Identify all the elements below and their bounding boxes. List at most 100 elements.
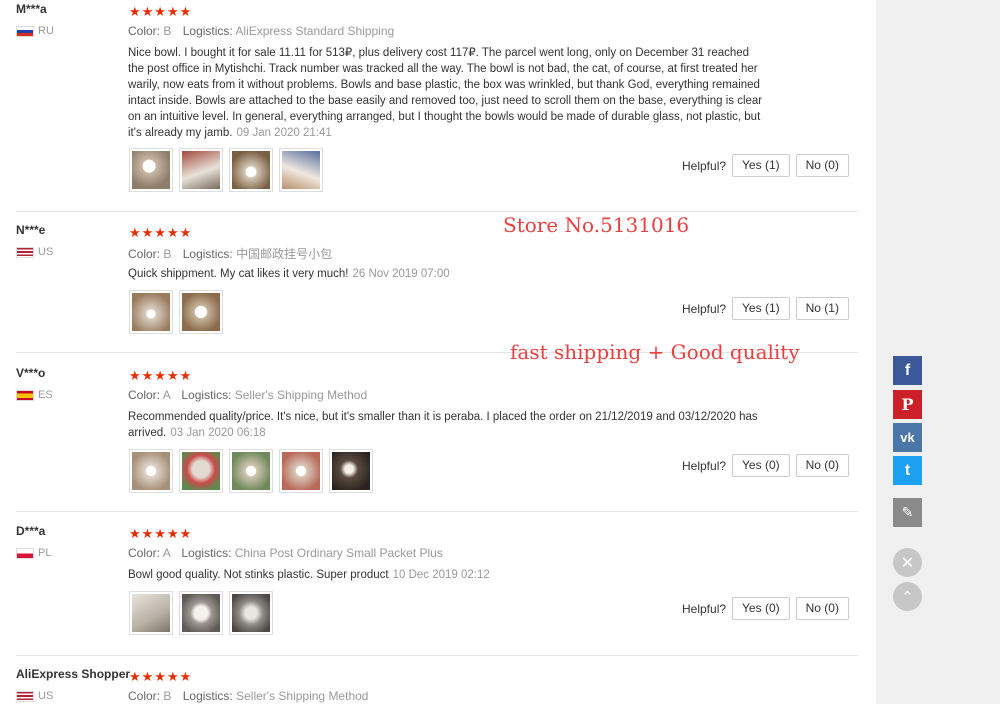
review-photo[interactable] bbox=[129, 449, 173, 493]
helpful-votes: Helpful? Yes (1) No (0) bbox=[682, 154, 849, 177]
country-code: RU bbox=[38, 25, 54, 37]
review-photo[interactable] bbox=[179, 591, 223, 635]
reviewer-name: V***o bbox=[16, 366, 46, 380]
helpful-label: Helpful? bbox=[682, 158, 727, 173]
helpful-label: Helpful? bbox=[682, 301, 727, 316]
helpful-label: Helpful? bbox=[682, 601, 727, 616]
review-photo[interactable] bbox=[229, 591, 273, 635]
color-value: B bbox=[163, 24, 172, 38]
review-photo[interactable] bbox=[129, 148, 173, 192]
review-photo[interactable] bbox=[279, 449, 323, 493]
logistics-label: Logistics: bbox=[182, 247, 233, 261]
logistics-value: Seller's Shipping Method bbox=[234, 388, 368, 402]
review-photo[interactable] bbox=[129, 290, 173, 334]
country-code: US bbox=[38, 690, 54, 702]
flag-pl-icon bbox=[16, 547, 34, 559]
helpful-no-button[interactable]: No (1) bbox=[795, 297, 849, 320]
color-label: Color: bbox=[128, 546, 161, 560]
helpful-no-button[interactable]: No (0) bbox=[795, 154, 849, 177]
color-value: A bbox=[162, 546, 171, 560]
review-photos bbox=[129, 290, 223, 334]
review-item: M***a RU ★★★★★ Color: B Logistics: AliEx… bbox=[0, 2, 858, 212]
logistics-label: Logistics: bbox=[181, 546, 232, 560]
review-photos bbox=[129, 449, 373, 493]
review-photo[interactable] bbox=[329, 449, 373, 493]
close-icon[interactable]: ✕ bbox=[893, 548, 922, 577]
helpful-yes-button[interactable]: Yes (0) bbox=[732, 454, 790, 477]
review-meta: Color: B Logistics: 中国邮政挂号小包 bbox=[128, 245, 332, 262]
tagline-overlay: fast shipping + Good quality bbox=[510, 340, 800, 364]
flag-us-icon bbox=[16, 246, 34, 258]
reviewer-country: US bbox=[16, 690, 53, 702]
helpful-votes: Helpful? Yes (0) No (0) bbox=[682, 597, 849, 620]
logistics-value: 中国邮政挂号小包 bbox=[236, 247, 333, 261]
helpful-yes-button[interactable]: Yes (0) bbox=[732, 597, 790, 620]
review-item: AliExpress Shopper US ★★★★★ Color: B Log… bbox=[0, 667, 858, 704]
review-photo[interactable] bbox=[229, 449, 273, 493]
review-body: Nice bowl. I bought it for sale 11.11 fo… bbox=[128, 47, 763, 139]
review-body: Quick shippment. My cat likes it very mu… bbox=[128, 268, 349, 280]
review-meta: Color: B Logistics: AliExpress Standard … bbox=[128, 24, 394, 38]
review-photo[interactable] bbox=[179, 148, 223, 192]
review-divider bbox=[16, 211, 858, 212]
helpful-yes-button[interactable]: Yes (1) bbox=[732, 154, 790, 177]
review-photo[interactable] bbox=[129, 591, 173, 635]
color-label: Color: bbox=[128, 388, 161, 402]
star-rating: ★★★★★ bbox=[129, 225, 193, 240]
helpful-label: Helpful? bbox=[682, 458, 727, 473]
review-text: Recommended quality/price. It's nice, bu… bbox=[128, 409, 763, 441]
review-date: 09 Jan 2020 21:41 bbox=[236, 127, 332, 139]
color-label: Color: bbox=[128, 247, 161, 261]
logistics-label: Logistics: bbox=[182, 24, 233, 38]
logistics-value: AliExpress Standard Shipping bbox=[235, 24, 395, 38]
color-value: A bbox=[162, 388, 171, 402]
reviewer-name: AliExpress Shopper bbox=[16, 667, 131, 681]
helpful-no-button[interactable]: No (0) bbox=[795, 454, 849, 477]
color-label: Color: bbox=[128, 24, 161, 38]
reviewer-name: M***a bbox=[16, 2, 47, 16]
review-photo[interactable] bbox=[179, 449, 223, 493]
reviewer-country: RU bbox=[16, 25, 54, 37]
reviewer-country: PL bbox=[16, 547, 51, 559]
helpful-yes-button[interactable]: Yes (1) bbox=[732, 297, 790, 320]
pinterest-share-icon[interactable]: P bbox=[893, 390, 922, 419]
review-photo[interactable] bbox=[279, 148, 323, 192]
scroll-up-icon[interactable]: ⌃ bbox=[893, 582, 922, 611]
star-rating: ★★★★★ bbox=[129, 368, 193, 383]
twitter-share-icon[interactable]: t bbox=[893, 456, 922, 485]
reviews-panel: M***a RU ★★★★★ Color: B Logistics: AliEx… bbox=[0, 0, 876, 704]
review-meta: Color: B Logistics: Seller's Shipping Me… bbox=[128, 689, 368, 703]
reviewer-country: ES bbox=[16, 389, 53, 401]
review-item: D***a PL ★★★★★ Color: A Logistics: China… bbox=[0, 524, 858, 656]
facebook-share-icon[interactable]: f bbox=[893, 356, 922, 385]
review-date: 03 Jan 2020 06:18 bbox=[170, 427, 266, 439]
review-date: 26 Nov 2019 07:00 bbox=[352, 268, 450, 280]
reviewer-name: D***a bbox=[16, 524, 46, 538]
color-value: B bbox=[163, 689, 172, 703]
review-meta: Color: A Logistics: China Post Ordinary … bbox=[128, 546, 443, 560]
reviewer-name: N***e bbox=[16, 223, 46, 237]
flag-ru-icon bbox=[16, 25, 34, 37]
color-label: Color: bbox=[128, 689, 161, 703]
review-item: N***e US ★★★★★ Color: B Logistics: 中国邮政挂… bbox=[0, 223, 858, 353]
review-divider bbox=[16, 655, 858, 656]
review-date: 10 Dec 2019 02:12 bbox=[392, 569, 490, 581]
flag-us-icon bbox=[16, 690, 34, 702]
review-text: Bowl good quality. Not stinks plastic. S… bbox=[128, 567, 763, 583]
review-photo[interactable] bbox=[229, 148, 273, 192]
star-rating: ★★★★★ bbox=[129, 669, 193, 684]
review-text: Quick shippment. My cat likes it very mu… bbox=[128, 266, 763, 282]
star-rating: ★★★★★ bbox=[129, 526, 193, 541]
reviewer-country: US bbox=[16, 246, 53, 258]
vk-share-icon[interactable]: vk bbox=[893, 423, 922, 452]
country-code: PL bbox=[38, 547, 52, 559]
review-item: V***o ES ★★★★★ Color: A Logistics: Selle… bbox=[0, 366, 858, 512]
review-photo[interactable] bbox=[179, 290, 223, 334]
logistics-label: Logistics: bbox=[182, 689, 233, 703]
helpful-no-button[interactable]: No (0) bbox=[795, 597, 849, 620]
color-value: B bbox=[163, 247, 172, 261]
flag-es-icon bbox=[16, 389, 34, 401]
review-photos bbox=[129, 591, 273, 635]
edit-icon[interactable]: ✎ bbox=[893, 498, 922, 527]
review-photos bbox=[129, 148, 323, 192]
